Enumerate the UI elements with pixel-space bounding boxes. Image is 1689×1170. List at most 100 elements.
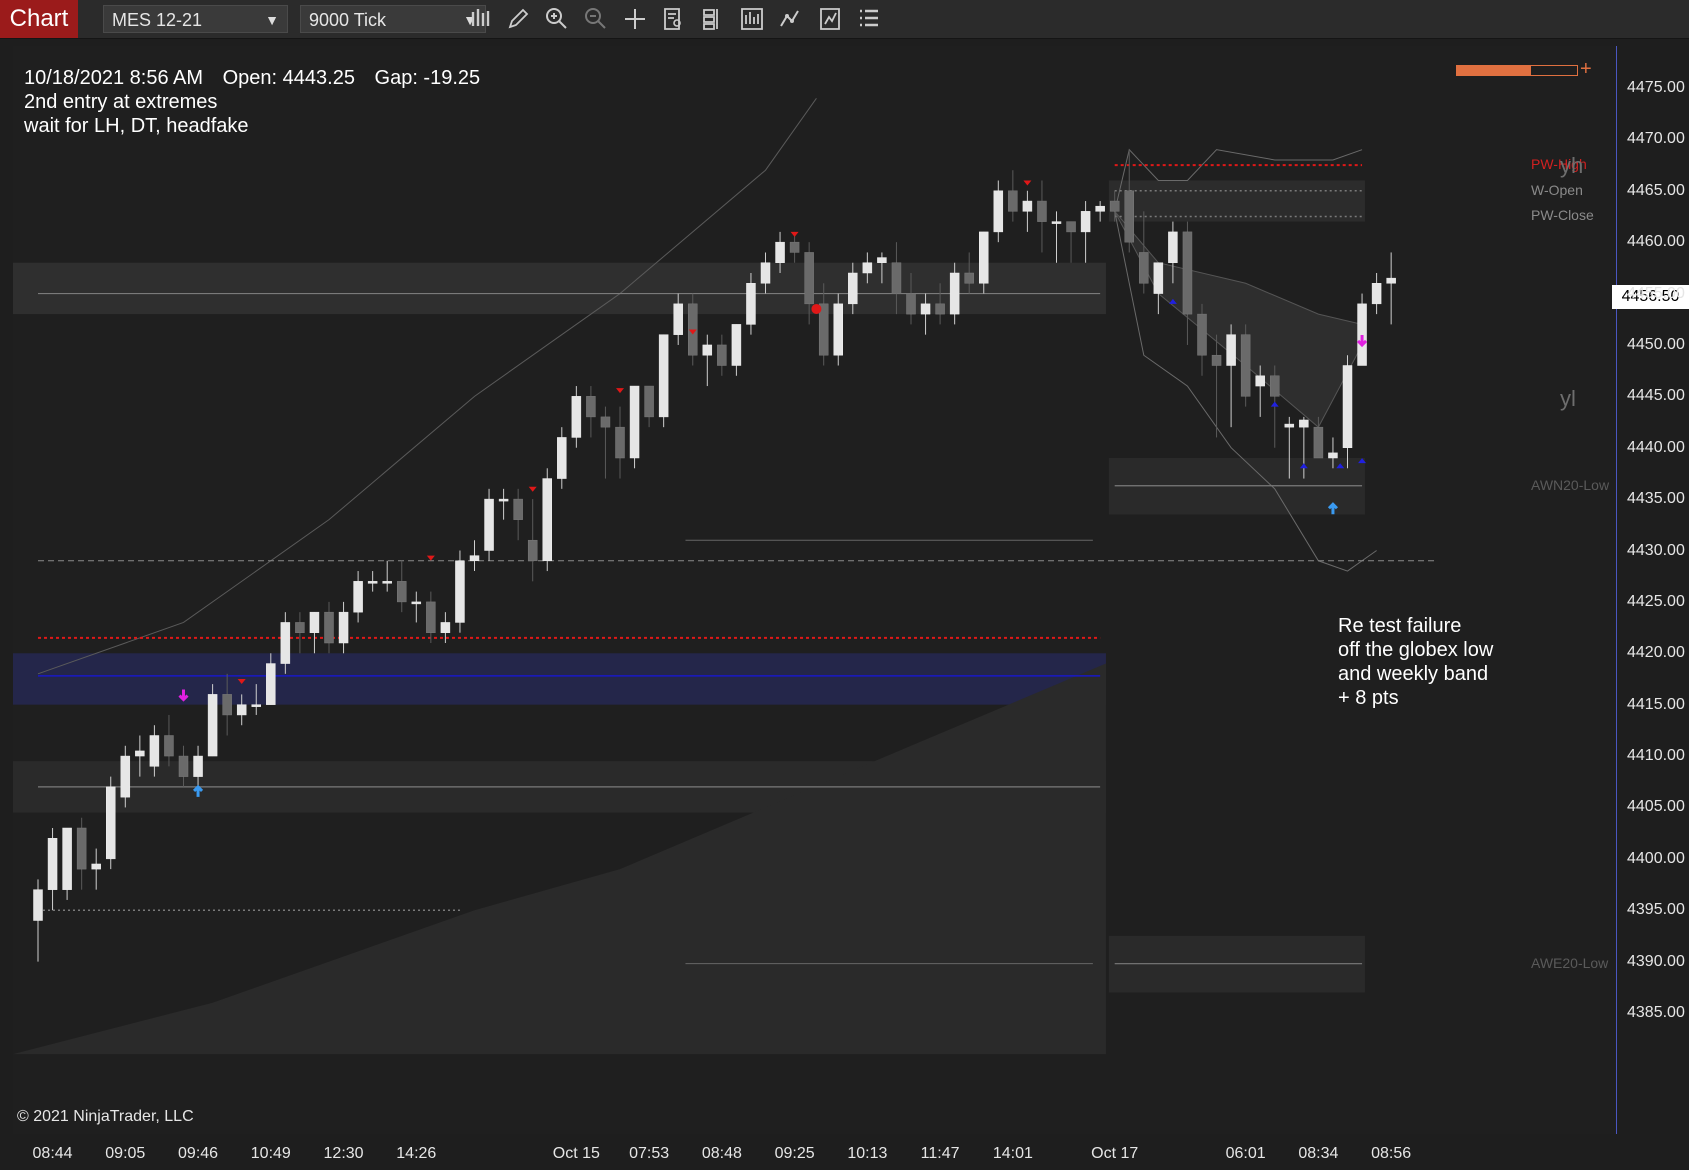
- chart-app-tab[interactable]: Chart: [0, 0, 78, 38]
- candle-body: [106, 786, 116, 860]
- time-axis-tick: 08:34: [1298, 1145, 1339, 1162]
- price-axis-tick: 4450.00: [1627, 335, 1685, 353]
- crosshair-icon[interactable]: [620, 5, 650, 33]
- candle-body: [338, 611, 349, 644]
- candle-body: [513, 498, 523, 520]
- templates-icon[interactable]: [698, 5, 728, 33]
- candle-body: [1342, 365, 1353, 448]
- candle-body: [324, 611, 334, 644]
- candle-body: [207, 694, 218, 757]
- candle-body: [1386, 277, 1396, 284]
- price-axis-tick: 4385.00: [1627, 1004, 1685, 1021]
- price-axis-tick: 4415.00: [1627, 695, 1685, 713]
- time-axis-tick: 14:01: [992, 1145, 1033, 1162]
- chart-properties-icon[interactable]: [815, 5, 845, 33]
- candle-body: [600, 416, 611, 428]
- candle-body: [906, 293, 916, 315]
- time-axis-tick: 10:49: [250, 1145, 291, 1162]
- price-axis-tick: 4445.00: [1627, 387, 1685, 405]
- chart-tag: yl: [1560, 386, 1576, 412]
- candle-body: [1168, 231, 1178, 263]
- price-axis-tick: 4430.00: [1627, 541, 1685, 559]
- buy-signal-marker: [1270, 401, 1279, 407]
- zoom-scrollbar-fill[interactable]: [1457, 66, 1532, 75]
- info-note-2: wait for LH, DT, headfake: [24, 115, 249, 137]
- candle-body: [76, 827, 87, 870]
- candle-body: [1182, 231, 1193, 315]
- price-chart[interactable]: [13, 46, 1616, 1134]
- candle-body: [1124, 190, 1134, 243]
- candle-body: [746, 283, 756, 325]
- time-axis-tick: 08:48: [701, 1145, 742, 1162]
- candle-body: [1371, 283, 1382, 305]
- candle-body: [251, 704, 261, 707]
- blue-zone: [13, 653, 1106, 705]
- zoom-in-icon[interactable]: [542, 5, 572, 33]
- lower-band-area: [13, 663, 1106, 1055]
- price-axis-tick: 4465.00: [1627, 181, 1685, 199]
- candle-body: [1328, 452, 1338, 459]
- sell-signal-marker: [528, 486, 537, 492]
- candle-body: [920, 303, 931, 315]
- candle-body: [702, 344, 713, 356]
- sell-signal-marker: [1023, 180, 1032, 186]
- price-axis-tick: 4420.00: [1627, 644, 1685, 662]
- zoom-out-icon[interactable]: [581, 5, 611, 33]
- price-level-label: AWE20-Low: [1531, 954, 1609, 971]
- chart-panel[interactable]: [13, 46, 1617, 1134]
- candle-body: [1197, 313, 1207, 356]
- candle-body: [789, 241, 800, 253]
- candle-body: [979, 231, 989, 284]
- time-axis-tick: 09:46: [178, 1145, 219, 1162]
- candle-body: [411, 601, 422, 605]
- price-axis-tick: 4400.00: [1627, 849, 1685, 867]
- draw-pencil-icon[interactable]: [504, 5, 534, 33]
- time-axis-tick: 08:44: [32, 1145, 73, 1162]
- candle-body: [1357, 303, 1367, 366]
- time-axis-tick: Oct 15: [552, 1145, 600, 1162]
- candle-body: [397, 581, 407, 603]
- candle-body: [193, 755, 203, 777]
- candle-body: [164, 735, 174, 757]
- time-axis-tick: 09:25: [774, 1145, 815, 1162]
- candle-body: [644, 385, 654, 418]
- candle-body: [629, 385, 640, 459]
- weekly-zone: [1108, 180, 1365, 222]
- zoom-scrollbar[interactable]: [1456, 65, 1578, 76]
- plus-icon[interactable]: +: [1580, 58, 1592, 81]
- instrument-selector[interactable]: MES 12-21 ▼: [103, 5, 288, 33]
- data-box-icon[interactable]: [659, 5, 689, 33]
- period-selector[interactable]: 9000 Tick ▼: [300, 5, 486, 33]
- candle-body: [993, 190, 1004, 233]
- candle-body: [382, 581, 392, 584]
- menu-list-icon[interactable]: [854, 5, 884, 33]
- candle-body: [62, 827, 72, 890]
- candle-body: [1153, 262, 1164, 294]
- candle-body: [731, 324, 742, 366]
- bar-type-icon[interactable]: [466, 5, 496, 33]
- time-axis-tick: 11:47: [920, 1145, 960, 1162]
- session-channel: [1114, 211, 1363, 428]
- strategies-icon[interactable]: [776, 5, 806, 33]
- annotation-line: Re test failure: [1338, 615, 1462, 637]
- candle-body: [309, 611, 320, 633]
- candle-body: [1240, 334, 1251, 397]
- price-axis-tick: 4470.00: [1627, 130, 1685, 148]
- candle-body: [484, 498, 494, 551]
- candle-body: [935, 303, 945, 315]
- candle-body: [1226, 334, 1236, 366]
- time-axis-tick: 07:53: [629, 1145, 670, 1162]
- candle-body: [1095, 205, 1105, 212]
- candle-body: [775, 241, 785, 263]
- sell-signal-marker: [426, 555, 435, 561]
- candle-body: [1255, 375, 1265, 387]
- candle-body: [1284, 423, 1295, 428]
- indicators-icon[interactable]: [737, 5, 767, 33]
- chart-tag: yh: [1560, 153, 1584, 179]
- sell-signal-marker: [616, 388, 624, 394]
- price-axis-tick: 4395.00: [1627, 901, 1685, 919]
- candle-body: [1080, 211, 1091, 233]
- candle-body: [949, 272, 960, 315]
- candle-body: [1037, 200, 1047, 222]
- candle-body: [964, 272, 974, 284]
